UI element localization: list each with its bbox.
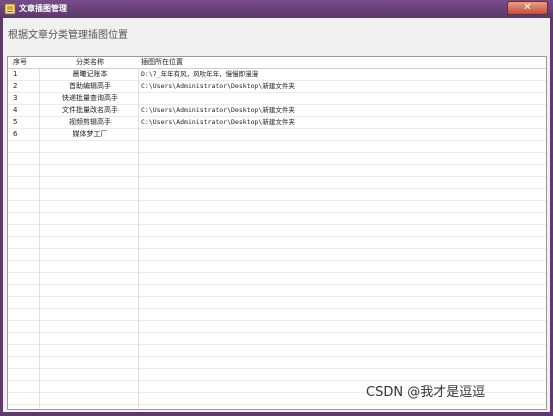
row-category-name: 晨曦记账本 <box>72 70 108 78</box>
row-category-name: 首助编辑高手 <box>69 82 111 90</box>
title-bar[interactable]: 文章插图管理 ✕ <box>0 0 553 18</box>
row-index: 3 <box>13 94 18 102</box>
row-category-name: 文件批量改名高手 <box>62 106 118 114</box>
row-image-path: C:\Users\Administrator\Desktop\新建文件夹 <box>141 118 295 126</box>
row-image-path <box>141 128 541 140</box>
row-category-name: 媒体梦工厂 <box>72 130 108 138</box>
window-title: 文章插图管理 <box>19 4 67 13</box>
row-index: 1 <box>13 70 18 78</box>
table-row[interactable]: 2 首助编辑高手 C:\Users\Administrator\Desktop\… <box>8 80 546 92</box>
row-image-path: C:\Users\Administrator\Desktop\新建文件夹 <box>141 82 295 90</box>
row-index: 6 <box>13 130 18 138</box>
close-icon: ✕ <box>523 2 532 13</box>
row-category-name: 快递批量查询高手 <box>62 94 118 102</box>
close-button[interactable]: ✕ <box>507 1 548 15</box>
row-image-path: D:\7_年年有风，风吹年年，慢慢即漫漫 <box>141 70 259 78</box>
table-row[interactable]: 5 视频剪辑高手 C:\Users\Administrator\Desktop\… <box>8 116 546 128</box>
row-index: 4 <box>13 106 18 114</box>
table-row[interactable]: 4 文件批量改名高手 C:\Users\Administrator\Deskto… <box>8 104 546 116</box>
row-index: 2 <box>13 82 18 90</box>
table-row[interactable]: 3 快递批量查询高手 <box>8 92 546 104</box>
row-index: 5 <box>13 118 18 126</box>
app-icon <box>4 3 16 15</box>
column-header-path[interactable]: 插图所在位置 <box>141 57 183 68</box>
row-category-name: 视频剪辑高手 <box>69 118 111 126</box>
data-grid[interactable]: 序号 分类名称 插图所在位置 1 晨曦记账本 D:\7_年年有风，风吹年年，慢慢… <box>7 56 547 410</box>
column-header-category[interactable]: 分类名称 <box>42 57 138 68</box>
header-label: 根据文章分类管理插图位置 <box>8 30 128 41</box>
row-image-path: C:\Users\Administrator\Desktop\新建文件夹 <box>141 106 295 114</box>
table-row[interactable]: 6 媒体梦工厂 <box>8 128 546 140</box>
column-header-index[interactable]: 序号 <box>13 57 27 68</box>
client-area: 根据文章分类管理插图位置 序号 分类名称 插图所在位置 1 晨曦记账本 D:\7… <box>3 18 550 412</box>
watermark: CSDN @我才是逗逗 <box>366 385 486 400</box>
app-window: 文章插图管理 ✕ 根据文章分类管理插图位置 序号 分类名称 插图所在位置 1 晨… <box>0 0 553 416</box>
row-image-path <box>141 92 541 104</box>
table-row[interactable]: 1 晨曦记账本 D:\7_年年有风，风吹年年，慢慢即漫漫 <box>8 68 546 80</box>
